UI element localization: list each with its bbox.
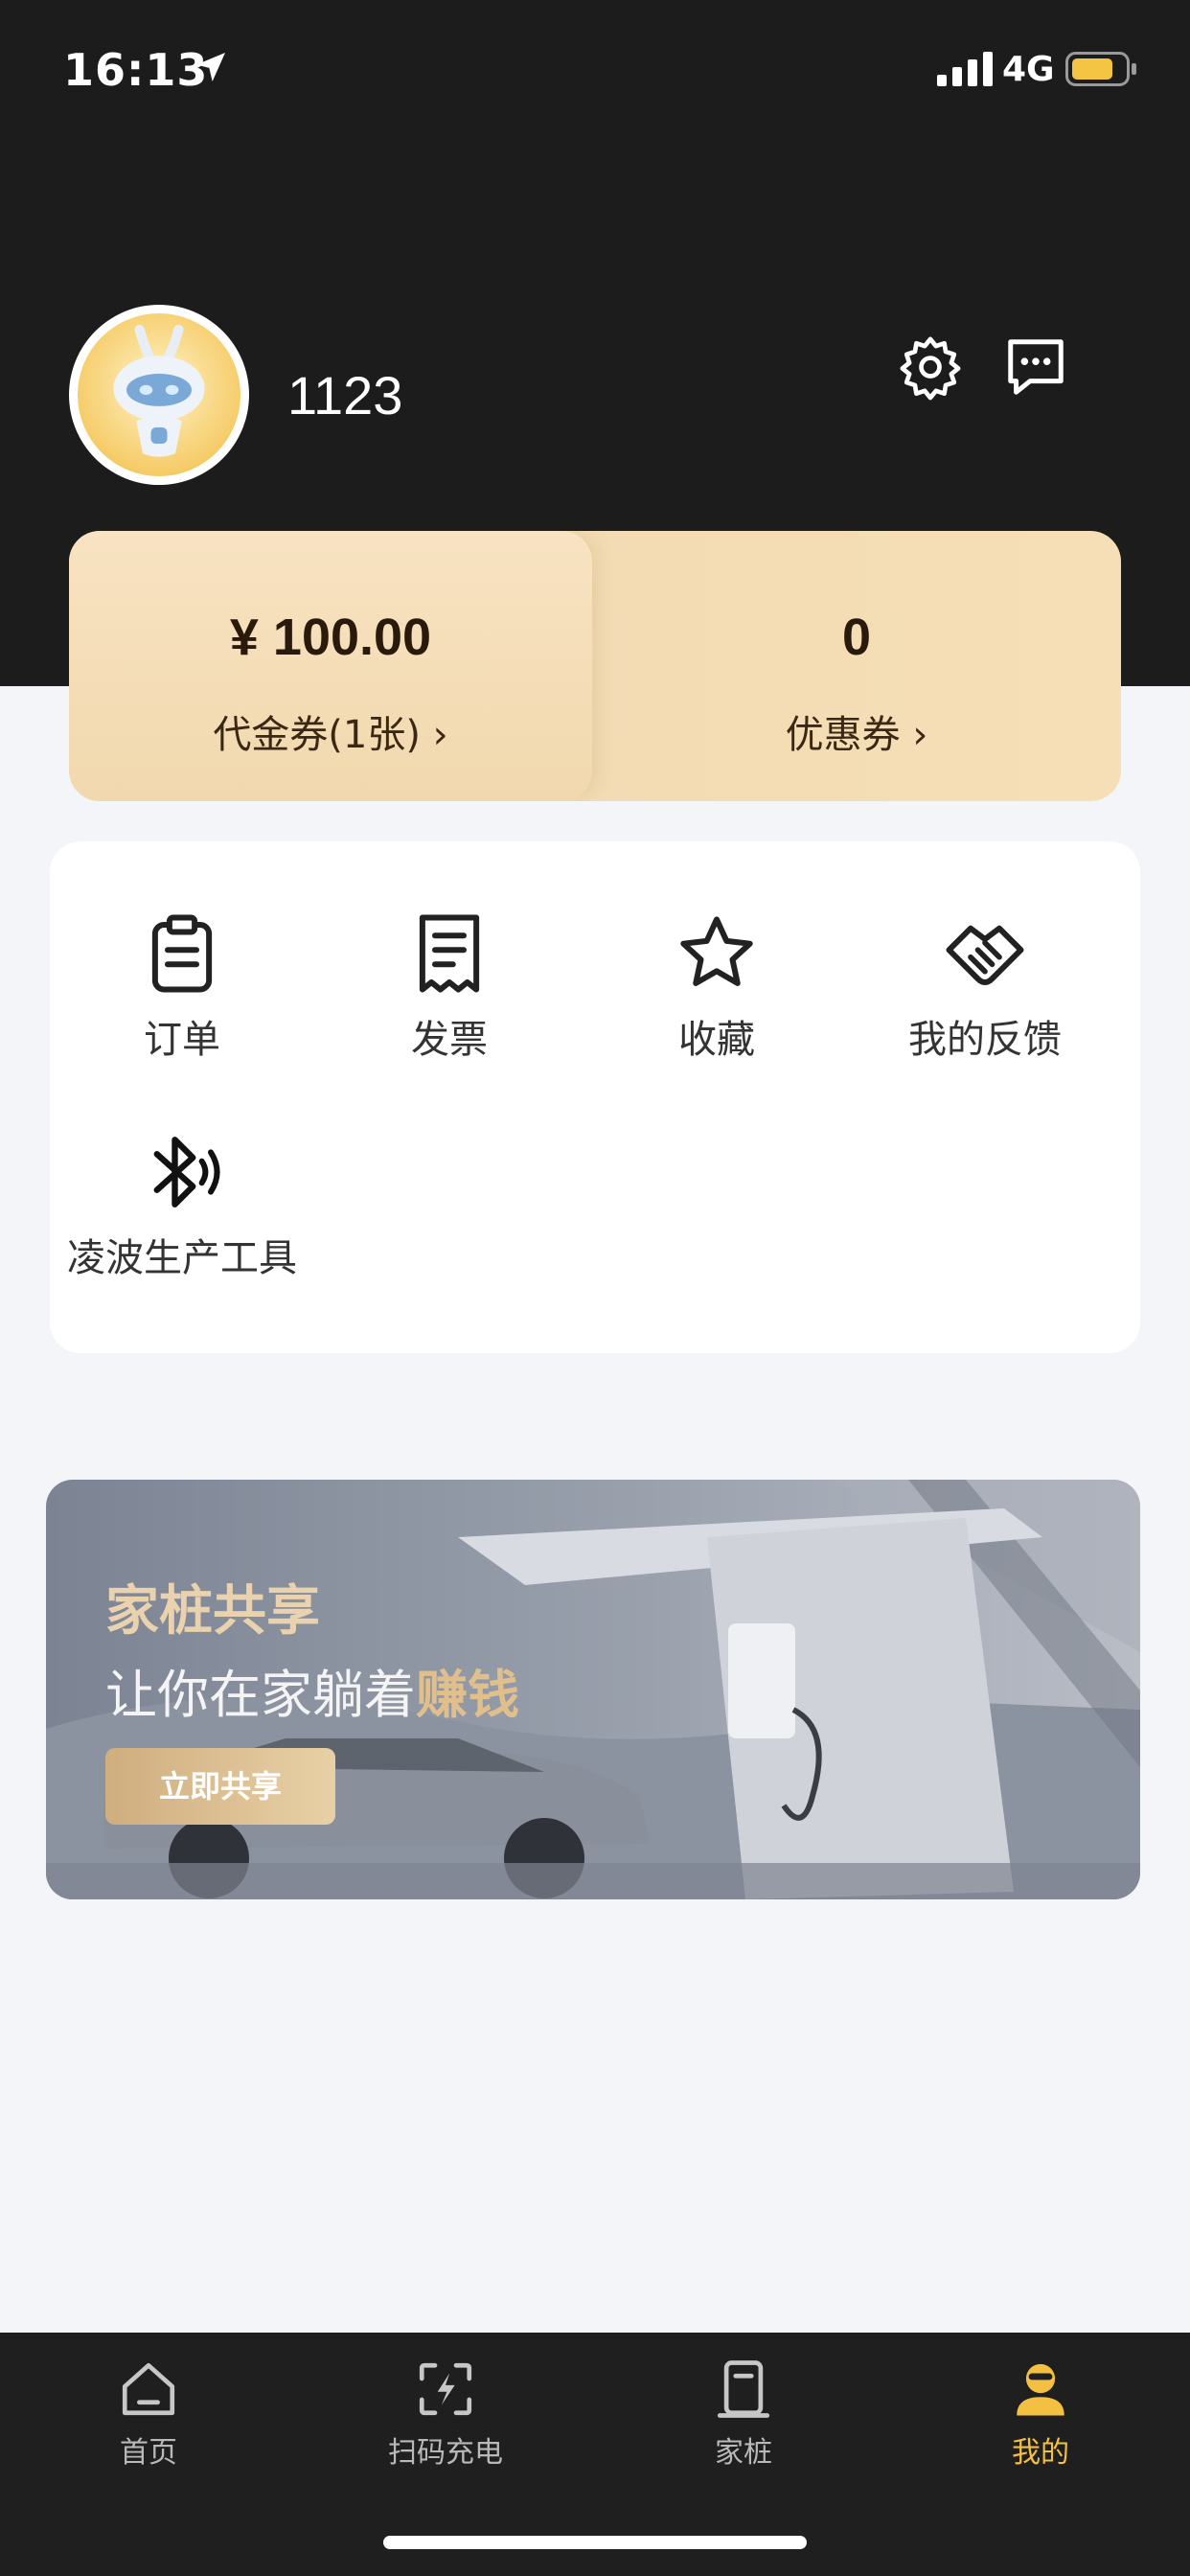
home-charger-share-banner[interactable]: 家桩共享 让你在家躺着赚钱 立即共享 bbox=[46, 1480, 1140, 1899]
tab-home[interactable]: 首页 bbox=[34, 2358, 263, 2471]
banner-subtitle-highlight: 赚钱 bbox=[416, 1665, 519, 1725]
message-bubble-icon[interactable] bbox=[1002, 334, 1069, 401]
signal-strength-icon bbox=[937, 52, 993, 86]
username: 1123 bbox=[287, 365, 403, 426]
network-type: 4G bbox=[1002, 50, 1055, 89]
battery-icon bbox=[1065, 52, 1136, 86]
menu-item-lingbo-tool[interactable]: 凌波生产工具 bbox=[67, 1129, 297, 1282]
location-arrow-icon bbox=[196, 53, 225, 81]
coupon-count: 0 bbox=[841, 609, 872, 666]
menu-label-feedback: 我的反馈 bbox=[908, 1018, 1062, 1062]
tab-scan-charge[interactable]: 扫码充电 bbox=[331, 2358, 561, 2471]
voucher-amount: ¥ 100.00 bbox=[229, 609, 432, 666]
status-bar: 16:13 4G bbox=[0, 0, 1190, 144]
tab-label-scan-charge: 扫码充电 bbox=[388, 2436, 503, 2470]
settings-gear-icon[interactable] bbox=[897, 334, 964, 401]
bluetooth-icon bbox=[153, 1137, 220, 1208]
tab-label-profile: 我的 bbox=[1012, 2436, 1069, 2470]
home-indicator bbox=[383, 2536, 807, 2549]
handshake-icon bbox=[946, 925, 1024, 985]
tab-label-home-charger: 家桩 bbox=[715, 2436, 772, 2470]
avatar[interactable] bbox=[69, 305, 249, 485]
quick-menu: 订单 发票 收藏 我的反馈 凌波生产工具 bbox=[50, 841, 1140, 1353]
coupon-link[interactable]: 优惠券 › bbox=[592, 703, 1121, 759]
menu-label-orders: 订单 bbox=[144, 1018, 220, 1062]
tab-label-home: 首页 bbox=[120, 2436, 177, 2470]
star-icon bbox=[680, 916, 753, 986]
banner-title: 家桩共享 bbox=[105, 1580, 320, 1643]
tab-profile[interactable]: 我的 bbox=[926, 2358, 1156, 2471]
status-time: 16:13 bbox=[63, 44, 209, 96]
share-now-button[interactable]: 立即共享 bbox=[105, 1748, 335, 1825]
charger-icon bbox=[717, 2360, 770, 2418]
menu-item-feedback[interactable]: 我的反馈 bbox=[870, 910, 1100, 1064]
menu-label-invoice: 发票 bbox=[411, 1018, 488, 1062]
profile-icon bbox=[1017, 2363, 1064, 2416]
banner-subtitle: 让你在家躺着赚钱 bbox=[105, 1652, 519, 1728]
home-icon bbox=[122, 2362, 175, 2416]
menu-label-favorites: 收藏 bbox=[678, 1018, 755, 1062]
menu-item-orders[interactable]: 订单 bbox=[67, 910, 297, 1064]
menu-label-lingbo-tool: 凌波生产工具 bbox=[67, 1236, 297, 1280]
receipt-icon bbox=[419, 914, 480, 993]
tab-home-charger[interactable]: 家桩 bbox=[629, 2358, 858, 2471]
menu-item-favorites[interactable]: 收藏 bbox=[602, 910, 832, 1064]
menu-item-invoice[interactable]: 发票 bbox=[334, 910, 564, 1064]
voucher-section[interactable]: ¥ 100.00 代金券(1张) › bbox=[69, 531, 592, 801]
banner-subtitle-prefix: 让你在家躺着 bbox=[105, 1665, 416, 1725]
robot-avatar-icon bbox=[78, 313, 240, 476]
voucher-link[interactable]: 代金券(1张) › bbox=[69, 703, 592, 759]
clipboard-icon bbox=[151, 914, 213, 993]
coupon-section[interactable]: 0 优惠券 › bbox=[592, 531, 1121, 801]
wallet-card: 0 优惠券 › ¥ 100.00 代金券(1张) › bbox=[69, 531, 1121, 801]
scan-charge-icon bbox=[419, 2362, 472, 2416]
